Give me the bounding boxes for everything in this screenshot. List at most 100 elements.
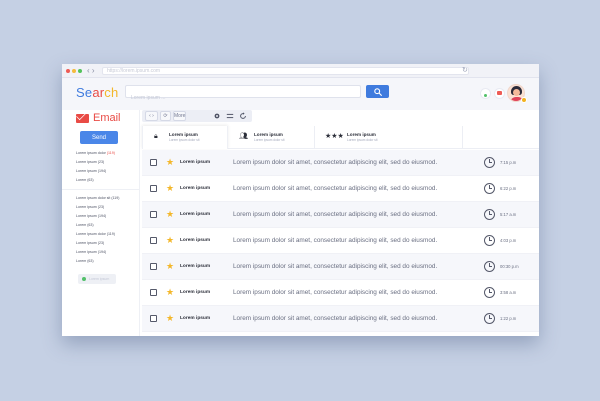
select-checkbox[interactable] — [150, 211, 157, 218]
star-icon[interactable]: ★ — [166, 261, 174, 271]
star-icon[interactable]: ★ — [166, 235, 174, 245]
folder-list-secondary: Lorem ipsum dolor sit (119) Lorem ipsum … — [76, 194, 134, 266]
app-header: Search — [62, 78, 539, 110]
close-window-dot[interactable] — [66, 69, 70, 73]
sidebar-folder[interactable]: Lorem ipsum (194) — [76, 167, 134, 176]
select-checkbox[interactable] — [150, 185, 157, 192]
email-row[interactable]: ★ Lorem ipsum Lorem ipsum dolor sit amet… — [142, 176, 539, 202]
address-bar[interactable]: https://lorem.ipsum.com — [102, 67, 469, 75]
clock-icon — [484, 313, 495, 324]
sidebar-folder[interactable]: Lorem ipsum dolor (119) — [76, 149, 134, 158]
sidebar-folder[interactable]: Lorem (63) — [76, 176, 134, 185]
refresh-icon[interactable] — [239, 112, 247, 120]
email-time: 6:22 p.m — [500, 186, 517, 191]
sidebar-folder[interactable]: Lorem ipsum (23) — [76, 239, 134, 248]
tab-primary[interactable]: 🔒︎ Lorem ipsum Lorem ipsum dolor sit — [142, 126, 228, 149]
stars-icon: ★★★ — [325, 133, 344, 140]
email-time: 3:58 a.m — [500, 290, 517, 295]
email-preview: Lorem ipsum dolor sit amet, consectetur … — [233, 263, 438, 270]
email-sender: Lorem ipsum — [180, 316, 211, 321]
tab-subtitle: Lorem ipsum dolor sit — [169, 138, 200, 142]
email-row[interactable]: ★ Lorem ipsum Lorem ipsum dolor sit amet… — [142, 228, 539, 254]
clock-icon — [484, 261, 495, 272]
browser-chrome: ‹ › https://lorem.ipsum.com ↻ — [62, 64, 539, 78]
sidebar-folder[interactable]: Lorem ipsum (23) — [76, 158, 134, 167]
email-row[interactable]: ★ Lorem ipsum Lorem ipsum dolor sit amet… — [142, 306, 539, 332]
clock-icon — [484, 235, 495, 246]
email-time: 4:03 p.m — [500, 238, 517, 243]
browser-nav-arrows[interactable]: ‹ › — [87, 66, 95, 76]
tab-title: Lorem ipsum — [169, 132, 198, 137]
sidebar-folder[interactable]: Lorem ipsum (194) — [76, 212, 134, 221]
star-icon[interactable]: ★ — [166, 313, 174, 323]
people-icon: 👥︎ — [239, 133, 248, 140]
refresh-button[interactable]: ⟳ — [160, 111, 171, 121]
search-input[interactable] — [126, 92, 360, 104]
email-preview: Lorem ipsum dolor sit amet, consectetur … — [233, 289, 438, 296]
header-actions — [481, 84, 527, 103]
email-logo: Email — [76, 111, 121, 125]
email-app-name: Email — [93, 112, 121, 124]
back-forward-button[interactable]: ‹ › — [145, 111, 158, 121]
sidebar-folder[interactable]: Lorem ipsum dolor sit (119) — [76, 194, 134, 203]
status-icon[interactable] — [481, 89, 490, 98]
tab-divider — [462, 126, 463, 149]
email-sender: Lorem ipsum — [180, 212, 211, 217]
sidebar-folder[interactable]: Lorem ipsum (23) — [76, 203, 134, 212]
email-list: ★ Lorem ipsum Lorem ipsum dolor sit amet… — [142, 150, 539, 332]
tab-social[interactable]: 👥︎ Lorem ipsum Lorem ipsum dolor sit — [228, 126, 314, 149]
swap-icon[interactable] — [226, 112, 234, 120]
select-checkbox[interactable] — [150, 289, 157, 296]
email-row[interactable]: ★ Lorem ipsum Lorem ipsum dolor sit amet… — [142, 202, 539, 228]
maximize-window-dot[interactable] — [78, 69, 82, 73]
sidebar-folder[interactable]: Lorem ipsum dolor (119) — [76, 230, 134, 239]
email-sender: Lorem ipsum — [180, 290, 211, 295]
toolbar-group — [142, 110, 252, 122]
star-icon[interactable]: ★ — [166, 287, 174, 297]
email-row[interactable]: ★ Lorem ipsum Lorem ipsum dolor sit amet… — [142, 280, 539, 306]
online-status-dot — [82, 277, 86, 281]
email-row[interactable]: ★ Lorem ipsum Lorem ipsum dolor sit amet… — [142, 150, 539, 176]
minimize-window-dot[interactable] — [72, 69, 76, 73]
brand-letter: c — [104, 85, 111, 100]
tab-subtitle: Lorem ipsum dolor sit — [347, 138, 378, 142]
select-checkbox[interactable] — [150, 263, 157, 270]
clock-icon — [484, 183, 495, 194]
status-label: Lorem ipsum — [89, 277, 110, 281]
more-button[interactable]: More — [173, 111, 186, 121]
email-row[interactable]: ★ Lorem ipsum Lorem ipsum dolor sit amet… — [142, 254, 539, 280]
search-box[interactable] — [125, 85, 361, 104]
category-tabs: 🔒︎ Lorem ipsum Lorem ipsum dolor sit 👥︎ … — [142, 126, 539, 149]
select-checkbox[interactable] — [150, 315, 157, 322]
status-toggle[interactable]: Lorem ipsum — [78, 274, 116, 284]
email-sender: Lorem ipsum — [180, 264, 211, 269]
brand-letter: h — [110, 85, 119, 100]
folder-list-primary: Lorem ipsum dolor (119) Lorem ipsum (23)… — [76, 149, 134, 185]
sidebar-divider — [62, 189, 139, 190]
star-icon[interactable]: ★ — [166, 157, 174, 167]
brand-letter: S — [76, 85, 85, 100]
search-brand-text: Search — [76, 85, 118, 100]
search-button[interactable] — [366, 85, 389, 98]
notification-icon[interactable] — [495, 89, 504, 98]
brand-letter: a — [92, 85, 100, 100]
sidebar-folder[interactable]: Lorem (63) — [76, 221, 134, 230]
settings-icon[interactable] — [213, 112, 221, 120]
sidebar-folder[interactable]: Lorem ipsum (194) — [76, 248, 134, 257]
clock-icon — [484, 209, 495, 220]
bag-icon: 🔒︎ — [154, 133, 158, 140]
select-checkbox[interactable] — [150, 237, 157, 244]
email-time: 7:15 p.m — [500, 160, 517, 165]
email-sender: Lorem ipsum — [180, 160, 211, 165]
send-button[interactable]: Send — [80, 131, 118, 144]
search-icon — [373, 87, 382, 96]
star-icon[interactable]: ★ — [166, 209, 174, 219]
reload-icon[interactable]: ↻ — [462, 66, 468, 76]
select-checkbox[interactable] — [150, 159, 157, 166]
star-icon[interactable]: ★ — [166, 183, 174, 193]
email-time: 1:22 p.m — [500, 316, 517, 321]
email-sender: Lorem ipsum — [180, 186, 211, 191]
sidebar: Email Send Lorem ipsum dolor (119) Lorem… — [62, 110, 140, 336]
tab-starred[interactable]: ★★★ Lorem ipsum Lorem ipsum dolor sit — [314, 126, 400, 149]
sidebar-folder[interactable]: Lorem (63) — [76, 257, 134, 266]
